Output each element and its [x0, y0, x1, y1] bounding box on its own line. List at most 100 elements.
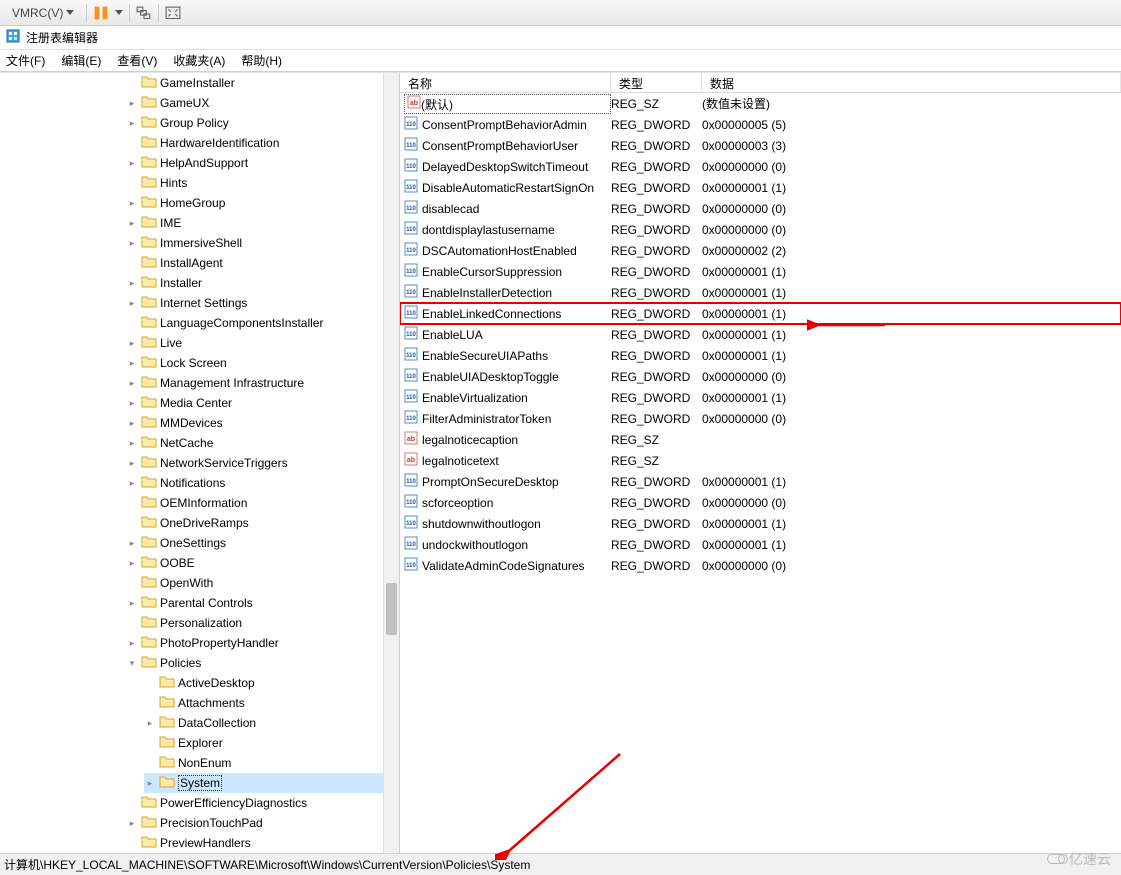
value-row[interactable]: ablegalnoticetextREG_SZ [400, 450, 1121, 471]
tree-expander[interactable] [126, 517, 138, 529]
value-row[interactable]: 110dontdisplaylastusernameREG_DWORD0x000… [400, 219, 1121, 240]
tree-item[interactable]: Explorer [144, 733, 399, 753]
fullscreen-icon[interactable] [165, 5, 181, 21]
tree-item[interactable]: LanguageComponentsInstaller [126, 313, 399, 333]
value-row[interactable]: 110shutdownwithoutlogonREG_DWORD0x000000… [400, 513, 1121, 534]
column-data[interactable]: 数据 [702, 73, 1121, 92]
menu-view[interactable]: 查看(V) [117, 52, 157, 69]
tree-item[interactable]: OEMInformation [126, 493, 399, 513]
tree-expander[interactable]: ▸ [126, 537, 138, 549]
tree-item[interactable]: ActiveDesktop [144, 673, 399, 693]
tree-item[interactable]: PreviewHandlers [126, 833, 399, 853]
tree-expander[interactable]: ▸ [144, 777, 156, 789]
tree-expander[interactable]: ▸ [126, 357, 138, 369]
value-row[interactable]: 110FilterAdministratorTokenREG_DWORD0x00… [400, 408, 1121, 429]
tree-expander[interactable] [126, 497, 138, 509]
tree-item[interactable]: ▸Group Policy [126, 113, 399, 133]
tree-expander[interactable]: ▸ [126, 217, 138, 229]
tree-item[interactable]: ▸DataCollection [144, 713, 399, 733]
tree-expander[interactable]: ▾ [126, 657, 138, 669]
tree-item[interactable]: NonEnum [144, 753, 399, 773]
value-row[interactable]: 110EnableCursorSuppressionREG_DWORD0x000… [400, 261, 1121, 282]
tree-item[interactable]: ▸MMDevices [126, 413, 399, 433]
tree-expander[interactable]: ▸ [126, 337, 138, 349]
value-row[interactable]: 110EnableVirtualizationREG_DWORD0x000000… [400, 387, 1121, 408]
tree-view[interactable]: GameInstaller▸GameUX▸Group PolicyHardwar… [108, 73, 399, 853]
tree-expander[interactable]: ▸ [144, 717, 156, 729]
tree-expander[interactable]: ▸ [126, 397, 138, 409]
tree-scrollbar[interactable] [383, 73, 399, 853]
tree-expander[interactable]: ▸ [126, 377, 138, 389]
tree-expander[interactable]: ▸ [126, 477, 138, 489]
value-row[interactable]: 110DelayedDesktopSwitchTimeoutREG_DWORD0… [400, 156, 1121, 177]
tree-expander[interactable] [126, 837, 138, 849]
value-row[interactable]: 110DSCAutomationHostEnabledREG_DWORD0x00… [400, 240, 1121, 261]
vmrc-menu[interactable]: VMRC(V) [6, 4, 80, 22]
tree-item[interactable]: ▸PhotoPropertyHandler [126, 633, 399, 653]
value-row[interactable]: ablegalnoticecaptionREG_SZ [400, 429, 1121, 450]
tree-expander[interactable] [144, 697, 156, 709]
value-row[interactable]: 110EnableInstallerDetectionREG_DWORD0x00… [400, 282, 1121, 303]
tree-item[interactable]: ▾Policies [126, 653, 399, 673]
tree-expander[interactable]: ▸ [126, 277, 138, 289]
value-row[interactable]: 110EnableUIADesktopToggleREG_DWORD0x0000… [400, 366, 1121, 387]
tree-expander[interactable]: ▸ [126, 157, 138, 169]
tree-item[interactable]: HardwareIdentification [126, 133, 399, 153]
chevron-down-icon[interactable] [115, 10, 123, 15]
snapshot-icon[interactable] [136, 5, 152, 21]
value-row[interactable]: 110undockwithoutlogonREG_DWORD0x00000001… [400, 534, 1121, 555]
tree-item[interactable]: PowerEfficiencyDiagnostics [126, 793, 399, 813]
tree-expander[interactable]: ▸ [126, 197, 138, 209]
column-type[interactable]: 类型 [611, 73, 702, 92]
tree-expander[interactable] [144, 677, 156, 689]
value-row[interactable]: 110ConsentPromptBehaviorAdminREG_DWORD0x… [400, 114, 1121, 135]
value-row[interactable]: 110DisableAutomaticRestartSignOnREG_DWOR… [400, 177, 1121, 198]
tree-expander[interactable] [126, 577, 138, 589]
tree-expander[interactable]: ▸ [126, 297, 138, 309]
tree-expander[interactable]: ▸ [126, 557, 138, 569]
tree-item[interactable]: ▸Internet Settings [126, 293, 399, 313]
tree-item[interactable]: ▸GameUX [126, 93, 399, 113]
tree-expander[interactable]: ▸ [126, 597, 138, 609]
tree-item[interactable]: ▸System [144, 773, 399, 793]
column-name[interactable]: 名称 [400, 73, 611, 92]
tree-expander[interactable] [126, 317, 138, 329]
pause-icon[interactable] [93, 5, 109, 21]
tree-item[interactable]: Attachments [144, 693, 399, 713]
tree-item[interactable]: ▸NetCache [126, 433, 399, 453]
menu-help[interactable]: 帮助(H) [241, 52, 282, 69]
tree-expander[interactable]: ▸ [126, 817, 138, 829]
tree-expander[interactable]: ▸ [126, 637, 138, 649]
value-row[interactable]: 110PromptOnSecureDesktopREG_DWORD0x00000… [400, 471, 1121, 492]
menu-edit[interactable]: 编辑(E) [61, 52, 101, 69]
value-row[interactable]: 110EnableSecureUIAPathsREG_DWORD0x000000… [400, 345, 1121, 366]
tree-expander[interactable] [126, 177, 138, 189]
tree-item[interactable]: ▸Parental Controls [126, 593, 399, 613]
tree-expander[interactable] [126, 137, 138, 149]
scrollbar-thumb[interactable] [386, 583, 397, 635]
tree-item[interactable]: InstallAgent [126, 253, 399, 273]
tree-item[interactable]: ▸OOBE [126, 553, 399, 573]
value-row[interactable]: 110ConsentPromptBehaviorUserREG_DWORD0x0… [400, 135, 1121, 156]
value-row[interactable]: 110scforceoptionREG_DWORD0x00000000 (0) [400, 492, 1121, 513]
tree-item[interactable]: ▸PrecisionTouchPad [126, 813, 399, 833]
tree-expander[interactable]: ▸ [126, 237, 138, 249]
tree-expander[interactable] [144, 737, 156, 749]
menu-file[interactable]: 文件(F) [6, 52, 45, 69]
tree-expander[interactable] [126, 257, 138, 269]
tree-item[interactable]: Hints [126, 173, 399, 193]
list-body[interactable]: ab(默认)REG_SZ(数值未设置)110ConsentPromptBehav… [400, 93, 1121, 576]
value-row[interactable]: 110EnableLinkedConnectionsREG_DWORD0x000… [400, 303, 1121, 324]
tree-expander[interactable]: ▸ [126, 97, 138, 109]
tree-expander[interactable]: ▸ [126, 457, 138, 469]
tree-expander[interactable]: ▸ [126, 417, 138, 429]
tree-item[interactable]: ▸Live [126, 333, 399, 353]
tree-expander[interactable]: ▸ [126, 117, 138, 129]
menu-favorites[interactable]: 收藏夹(A) [173, 52, 225, 69]
tree-expander[interactable]: ▸ [126, 437, 138, 449]
tree-item[interactable]: OneDriveRamps [126, 513, 399, 533]
tree-item[interactable]: ▸Installer [126, 273, 399, 293]
tree-expander[interactable] [126, 617, 138, 629]
tree-item[interactable]: ▸Management Infrastructure [126, 373, 399, 393]
tree-item[interactable]: ▸IME [126, 213, 399, 233]
